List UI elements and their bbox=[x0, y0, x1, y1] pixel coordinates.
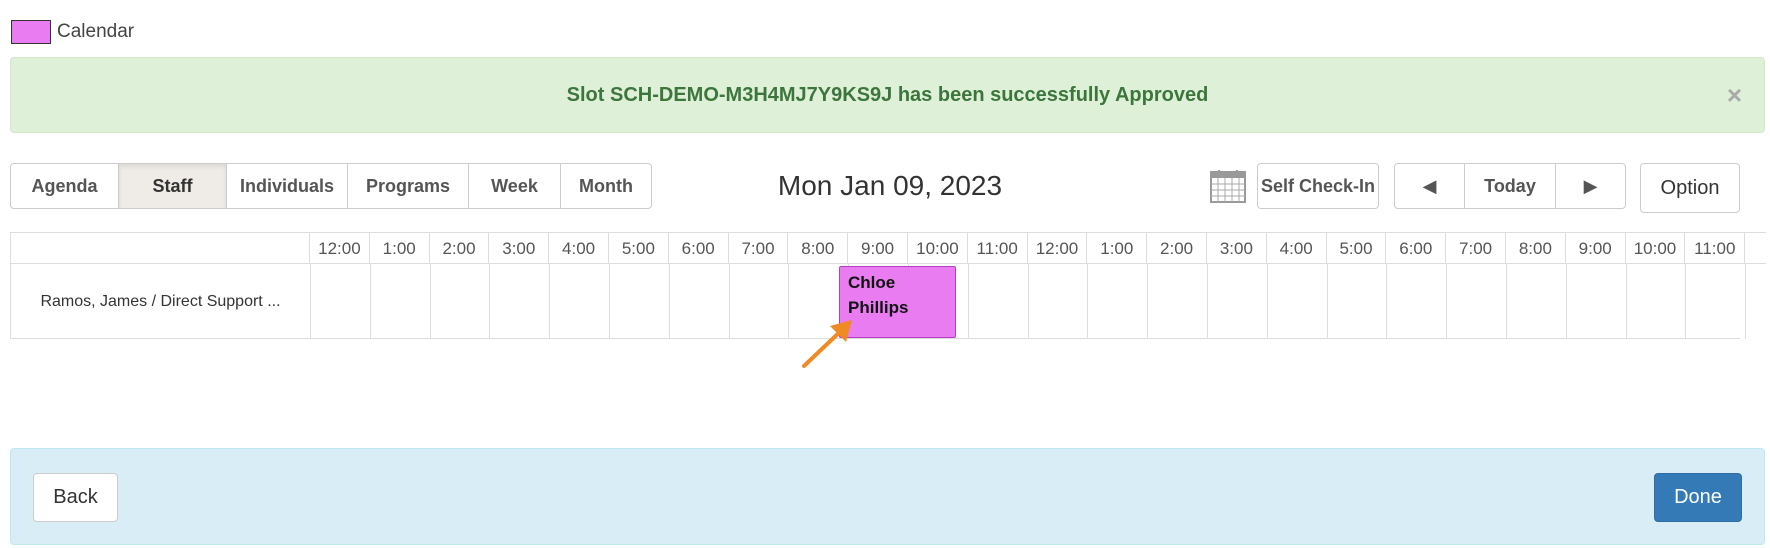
time-slot-cell[interactable] bbox=[371, 264, 431, 339]
hour-header-cell: 5:00 bbox=[1327, 233, 1387, 264]
hour-header-cell: 10:00 bbox=[908, 233, 968, 264]
time-slot-cell[interactable] bbox=[1447, 264, 1507, 339]
view-switcher: Agenda Staff Individuals Programs Week M… bbox=[10, 163, 652, 209]
view-individuals-button[interactable]: Individuals bbox=[226, 163, 348, 209]
hour-header-cell: 11:00 bbox=[968, 233, 1028, 264]
prev-arrow-icon[interactable]: ◀ bbox=[1394, 163, 1465, 209]
time-slot-cell[interactable] bbox=[670, 264, 730, 339]
calendar-grid-icon[interactable] bbox=[1210, 169, 1246, 203]
hour-header-cell: 3:00 bbox=[489, 233, 550, 264]
time-slot-cell[interactable] bbox=[1507, 264, 1567, 339]
date-navigation: ◀ Today ▶ bbox=[1394, 163, 1626, 209]
time-slot-cell[interactable] bbox=[1686, 264, 1747, 339]
done-button[interactable]: Done bbox=[1654, 473, 1742, 522]
calendar-legend: Calendar bbox=[11, 20, 134, 44]
hour-header-cell: 2:00 bbox=[430, 233, 490, 264]
view-agenda-button[interactable]: Agenda bbox=[10, 163, 119, 209]
arrow-annotation-icon bbox=[802, 320, 852, 368]
close-icon[interactable]: × bbox=[1727, 82, 1742, 108]
hour-header-cell: 7:00 bbox=[729, 233, 789, 264]
time-slot-cell[interactable] bbox=[550, 264, 610, 339]
hour-header-cell: 4:00 bbox=[1267, 233, 1327, 264]
hour-header-cell: 1:00 bbox=[370, 233, 430, 264]
time-slot-cell[interactable] bbox=[1088, 264, 1149, 339]
hour-header-cell: 12:00 bbox=[1028, 233, 1088, 264]
hour-header-cell: 2:00 bbox=[1147, 233, 1207, 264]
hour-header-cell: 9:00 bbox=[848, 233, 908, 264]
time-slot-cell[interactable] bbox=[431, 264, 491, 339]
time-slot-cell[interactable] bbox=[1148, 264, 1208, 339]
hour-header-cell: 8:00 bbox=[788, 233, 849, 264]
view-week-button[interactable]: Week bbox=[468, 163, 561, 209]
view-staff-button[interactable]: Staff bbox=[118, 163, 227, 209]
hour-header-cell: 6:00 bbox=[1386, 233, 1447, 264]
hour-header-cell: 5:00 bbox=[609, 233, 669, 264]
time-slot-cell[interactable] bbox=[490, 264, 551, 339]
hour-header-cell: 1:00 bbox=[1087, 233, 1148, 264]
time-slot-cell[interactable] bbox=[1627, 264, 1687, 339]
hour-header-cell: 6:00 bbox=[669, 233, 729, 264]
grid-header-spacer bbox=[10, 233, 310, 264]
today-button[interactable]: Today bbox=[1464, 163, 1556, 209]
alert-message: Slot SCH-DEMO-M3H4MJ7Y9KS9J has been suc… bbox=[566, 83, 1209, 106]
time-slot-cell[interactable] bbox=[1029, 264, 1089, 339]
time-slot-cell[interactable] bbox=[1567, 264, 1627, 339]
time-slot-cell[interactable] bbox=[1208, 264, 1268, 339]
time-slot-cell[interactable] bbox=[969, 264, 1029, 339]
legend-color-swatch bbox=[11, 20, 51, 44]
self-checkin-button[interactable]: Self Check-In bbox=[1257, 163, 1379, 209]
hour-header-cell: 9:00 bbox=[1566, 233, 1626, 264]
hour-header-cell: 4:00 bbox=[549, 233, 609, 264]
time-slot-cell[interactable] bbox=[1328, 264, 1388, 339]
staff-schedule-grid: 12:00 1:00 2:00 3:00 4:00 5:00 6:00 7:00 8:00 9:0… bbox=[10, 232, 1766, 340]
time-slot-cell[interactable] bbox=[1387, 264, 1448, 339]
time-slot-cell[interactable] bbox=[730, 264, 790, 339]
event-title-line1: Chloe bbox=[848, 273, 896, 292]
time-slot-cell[interactable] bbox=[311, 264, 371, 339]
next-arrow-icon[interactable]: ▶ bbox=[1555, 163, 1626, 209]
hour-header-cell: 12:00 bbox=[310, 233, 370, 264]
staff-row-label: Ramos, James / Direct Support ... bbox=[11, 264, 311, 339]
event-title-line2: Phillips bbox=[848, 298, 909, 317]
hour-header-cell: 8:00 bbox=[1506, 233, 1566, 264]
grid-header: 12:00 1:00 2:00 3:00 4:00 5:00 6:00 7:00 8:00 9:0… bbox=[10, 232, 1766, 264]
hour-header-cell: 3:00 bbox=[1207, 233, 1267, 264]
success-alert: Slot SCH-DEMO-M3H4MJ7Y9KS9J has been suc… bbox=[10, 57, 1765, 133]
view-month-button[interactable]: Month bbox=[560, 163, 652, 209]
view-programs-button[interactable]: Programs bbox=[347, 163, 469, 209]
hour-header-cell: 11:00 bbox=[1685, 233, 1746, 264]
back-button[interactable]: Back bbox=[33, 473, 118, 522]
time-slot-cell[interactable] bbox=[1268, 264, 1328, 339]
time-slot-cell[interactable] bbox=[610, 264, 670, 339]
event-block[interactable]: Chloe Phillips bbox=[839, 266, 956, 338]
hour-header-cell: 7:00 bbox=[1446, 233, 1506, 264]
option-button[interactable]: Option bbox=[1640, 163, 1740, 213]
legend-label: Calendar bbox=[57, 21, 135, 42]
current-date-title: Mon Jan 09, 2023 bbox=[777, 170, 1003, 201]
hour-header-cell: 10:00 bbox=[1626, 233, 1686, 264]
footer-panel: Back Done bbox=[10, 448, 1765, 545]
